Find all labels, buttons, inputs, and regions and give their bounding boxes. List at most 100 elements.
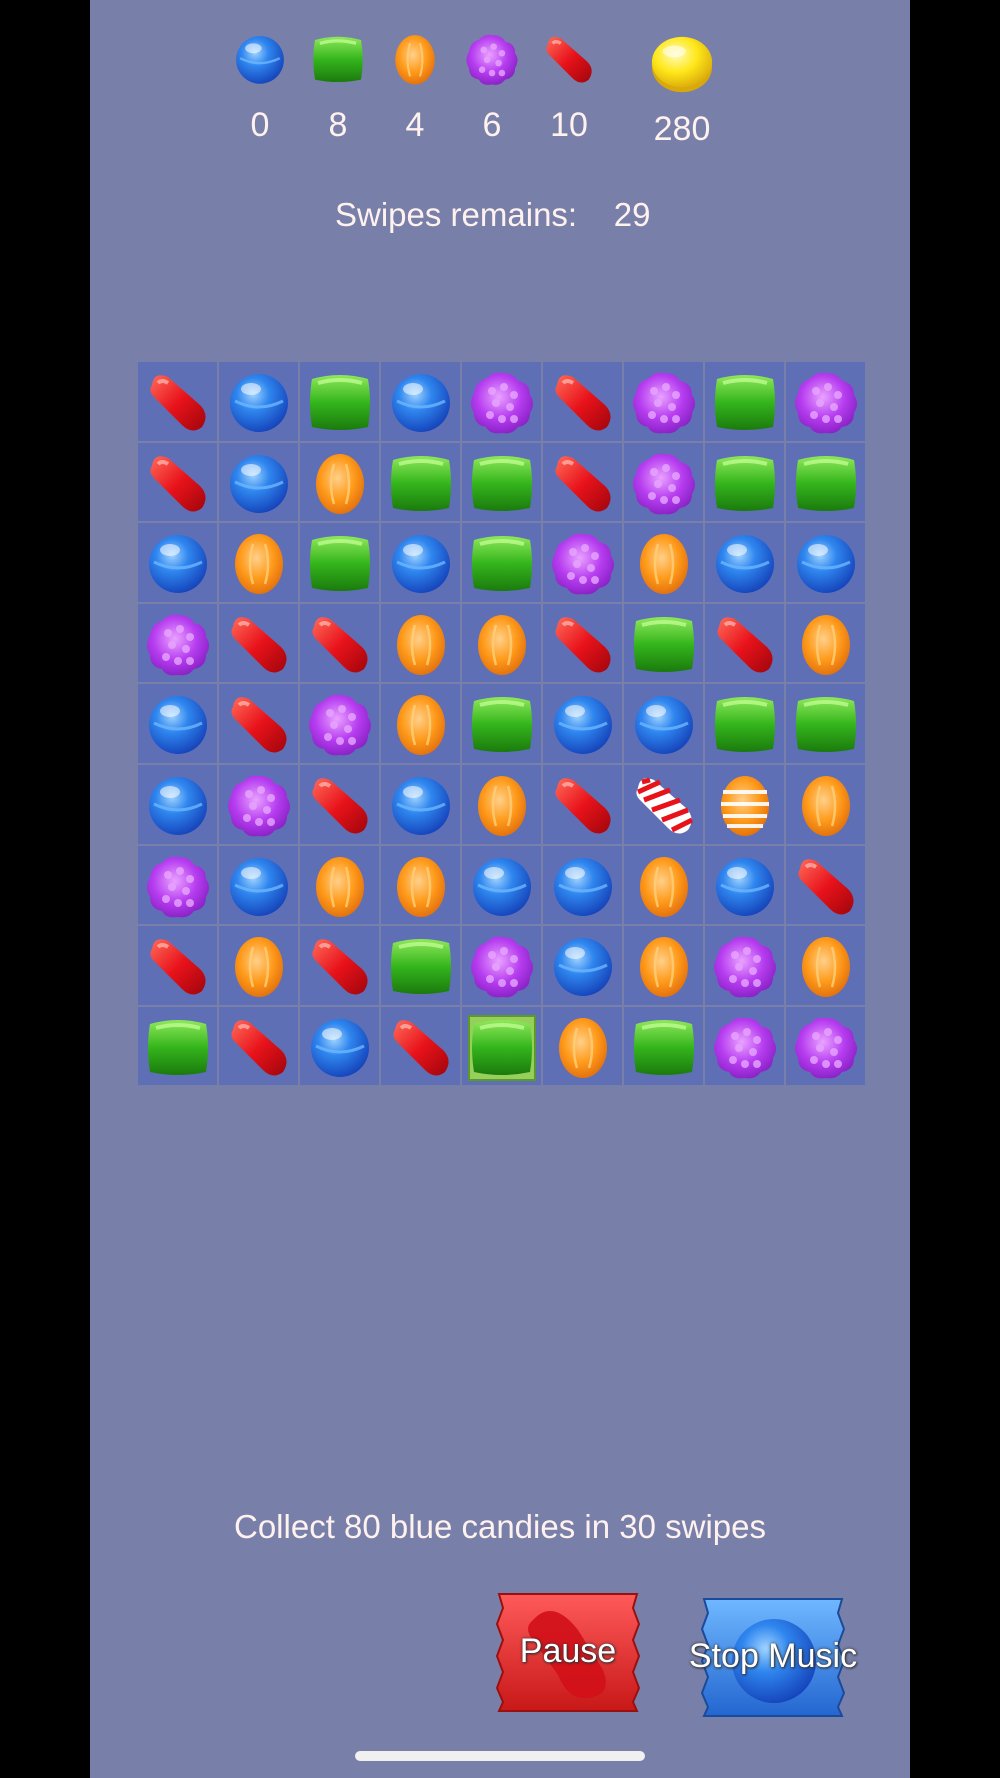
- candy-cell[interactable]: [137, 602, 218, 684]
- candy-cell[interactable]: [704, 844, 785, 926]
- candy-cell[interactable]: [542, 763, 623, 845]
- candy-cell[interactable]: [785, 361, 866, 442]
- candy-cell[interactable]: [299, 925, 380, 1006]
- candy-cell[interactable]: [299, 602, 380, 684]
- candy-cell[interactable]: [218, 361, 299, 442]
- orange-candy-icon: [235, 937, 283, 998]
- candy-cell[interactable]: [380, 844, 461, 926]
- candy-cell[interactable]: [218, 441, 299, 523]
- candy-cell[interactable]: [623, 683, 704, 764]
- candy-cell[interactable]: [218, 683, 299, 764]
- candy-cell[interactable]: [380, 361, 461, 442]
- candy-cell[interactable]: [704, 683, 785, 764]
- candy-cell[interactable]: [542, 683, 623, 764]
- candy-cell[interactable]: [785, 925, 866, 1006]
- candy-cell[interactable]: [623, 441, 704, 523]
- candy-cell[interactable]: [137, 763, 218, 845]
- candy-cell[interactable]: [380, 763, 461, 845]
- candy-cell[interactable]: [218, 763, 299, 845]
- candy-cell[interactable]: [137, 1005, 218, 1087]
- candy-cell[interactable]: [785, 522, 866, 603]
- candy-cell[interactable]: [461, 602, 542, 684]
- green-candy-icon: [148, 1019, 208, 1075]
- candy-cell[interactable]: [461, 1005, 542, 1087]
- candy-cell[interactable]: [299, 763, 380, 845]
- candy-cell[interactable]: [542, 522, 623, 603]
- candy-cell[interactable]: [785, 763, 866, 845]
- candy-cell[interactable]: [704, 925, 785, 1006]
- candy-cell[interactable]: [623, 602, 704, 684]
- candy-cell[interactable]: [542, 602, 623, 684]
- orange-candy-icon: [397, 695, 445, 756]
- candy-cell[interactable]: [137, 683, 218, 764]
- candy-cell[interactable]: [461, 361, 542, 442]
- candy-cell[interactable]: [137, 441, 218, 523]
- candy-cell[interactable]: [380, 522, 461, 603]
- candy-cell[interactable]: [785, 1005, 866, 1087]
- candy-cell[interactable]: [380, 441, 461, 523]
- blue-candy-icon: [230, 857, 288, 916]
- coin-icon: [649, 30, 715, 103]
- candy-cell[interactable]: [704, 441, 785, 523]
- purple-candy-icon: [471, 936, 533, 998]
- candy-cell[interactable]: [137, 925, 218, 1006]
- candy-cell[interactable]: [785, 602, 866, 684]
- candy-cell[interactable]: [218, 925, 299, 1006]
- candy-cell[interactable]: [542, 441, 623, 523]
- candy-cell[interactable]: [218, 844, 299, 926]
- blue-candy-icon: [149, 776, 207, 835]
- candy-cell[interactable]: [704, 763, 785, 845]
- candy-cell[interactable]: [623, 763, 704, 845]
- candy-cell[interactable]: [218, 1005, 299, 1087]
- candy-cell[interactable]: [623, 522, 704, 603]
- candy-cell[interactable]: [704, 1005, 785, 1087]
- stop-music-label: Stop Music: [688, 1637, 858, 1675]
- home-indicator[interactable]: [355, 1751, 645, 1761]
- candy-cell[interactable]: [137, 522, 218, 603]
- candy-cell[interactable]: [704, 602, 785, 684]
- candy-cell[interactable]: [299, 441, 380, 523]
- green-candy-icon: [310, 375, 370, 430]
- candy-cell[interactable]: [542, 844, 623, 926]
- candy-cell[interactable]: [299, 1005, 380, 1087]
- candy-cell[interactable]: [623, 361, 704, 442]
- candy-cell[interactable]: [623, 844, 704, 926]
- candy-cell[interactable]: [461, 925, 542, 1006]
- candy-cell[interactable]: [299, 361, 380, 442]
- candy-cell[interactable]: [461, 844, 542, 926]
- green-candy-icon: [796, 697, 856, 753]
- candy-cell[interactable]: [785, 844, 866, 926]
- orange-candy-icon: [316, 453, 364, 514]
- candy-cell[interactable]: [623, 1005, 704, 1087]
- candy-cell[interactable]: [380, 1005, 461, 1087]
- candy-cell[interactable]: [542, 1005, 623, 1087]
- red-candy-icon: [555, 455, 611, 512]
- candy-cell[interactable]: [299, 683, 380, 764]
- candy-cell[interactable]: [299, 844, 380, 926]
- candy-cell[interactable]: [299, 522, 380, 603]
- candy-cell[interactable]: [461, 683, 542, 764]
- green-candy-icon: [472, 455, 532, 511]
- orange-candy-icon: [802, 775, 850, 836]
- candy-cell[interactable]: [380, 925, 461, 1006]
- green-candy-icon: [796, 455, 856, 511]
- candy-cell[interactable]: [218, 602, 299, 684]
- candy-cell[interactable]: [785, 441, 866, 523]
- candy-cell[interactable]: [461, 441, 542, 523]
- pause-button[interactable]: Pause: [493, 1590, 643, 1715]
- stop-music-button[interactable]: Stop Music: [689, 1595, 857, 1720]
- candy-cell[interactable]: [380, 683, 461, 764]
- candy-cell[interactable]: [380, 602, 461, 684]
- candy-cell[interactable]: [623, 925, 704, 1006]
- candy-cell[interactable]: [137, 844, 218, 926]
- candy-cell[interactable]: [461, 763, 542, 845]
- candy-cell[interactable]: [461, 522, 542, 603]
- candy-cell[interactable]: [704, 361, 785, 442]
- candy-cell[interactable]: [542, 925, 623, 1006]
- candy-cell[interactable]: [785, 683, 866, 764]
- candy-cell[interactable]: [218, 522, 299, 603]
- candy-cell[interactable]: [704, 522, 785, 603]
- swipes-value: 29: [613, 196, 651, 233]
- candy-cell[interactable]: [137, 361, 218, 442]
- candy-cell[interactable]: [542, 361, 623, 442]
